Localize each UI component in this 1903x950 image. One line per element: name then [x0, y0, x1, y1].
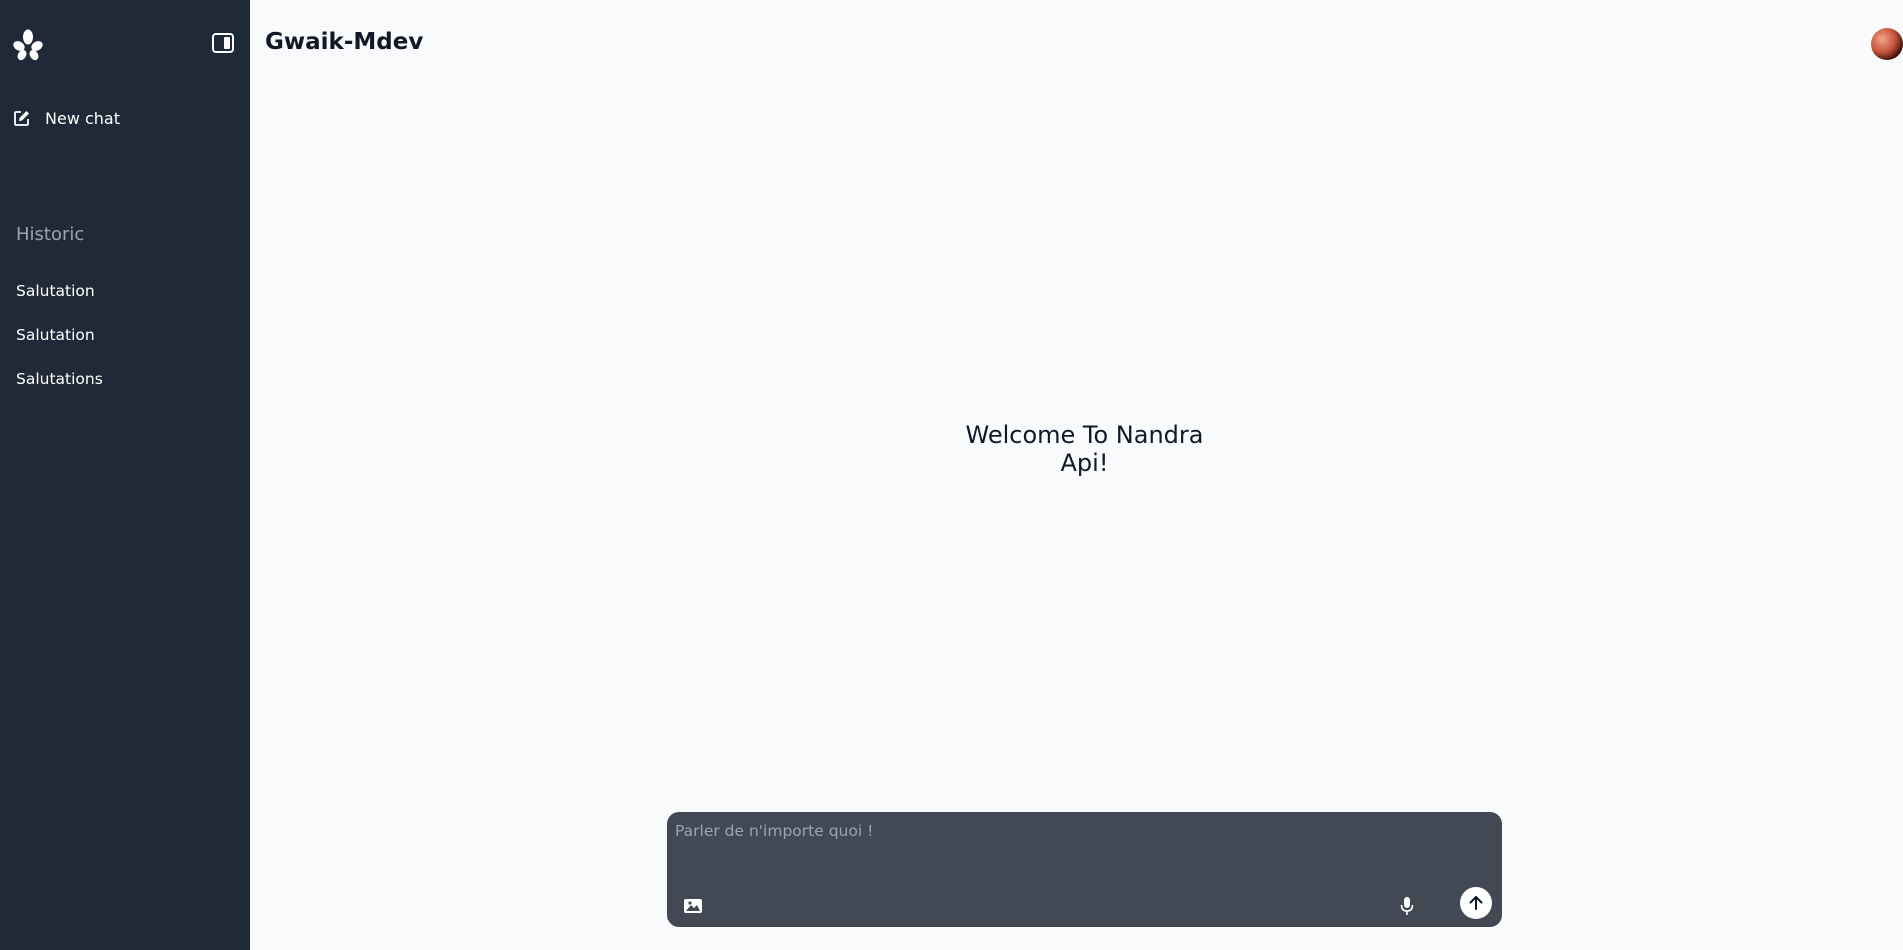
- sidebar-toggle-button[interactable]: [212, 33, 234, 53]
- new-chat-button[interactable]: New chat: [13, 106, 238, 130]
- avatar[interactable]: [1871, 28, 1903, 60]
- history-item[interactable]: Salutation: [16, 282, 95, 300]
- page-title: Gwaik-Mdev: [265, 29, 424, 55]
- message-composer: [667, 812, 1502, 927]
- send-button[interactable]: [1460, 887, 1492, 919]
- flower-logo-icon: [13, 29, 43, 61]
- sidebar: New chat Historic Salutation Salutation …: [0, 0, 250, 950]
- image-icon: [684, 899, 702, 913]
- history-item[interactable]: Salutations: [16, 370, 103, 388]
- image-upload-button[interactable]: [682, 895, 704, 917]
- message-input[interactable]: [675, 822, 1494, 872]
- new-chat-label: New chat: [45, 108, 120, 128]
- historic-heading: Historic: [16, 224, 85, 245]
- microphone-icon: [1400, 897, 1414, 915]
- edit-icon: [14, 111, 29, 126]
- history-item[interactable]: Salutation: [16, 326, 95, 344]
- arrow-up-icon: [1469, 896, 1483, 910]
- sidebar-toggle-icon: [212, 33, 234, 53]
- welcome-message: Welcome To Nandra Api!: [965, 421, 1204, 477]
- microphone-button[interactable]: [1396, 895, 1418, 917]
